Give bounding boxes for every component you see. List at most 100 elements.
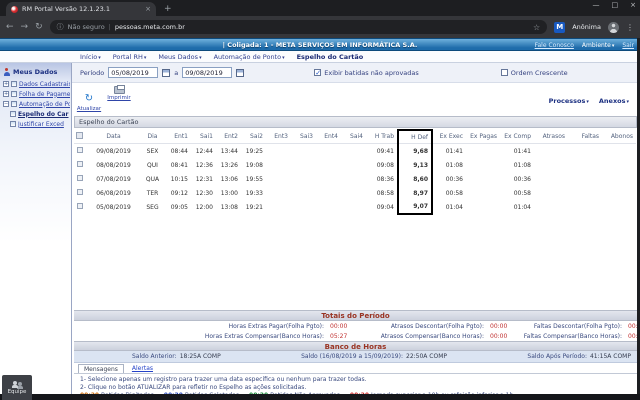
- date-from-input[interactable]: [108, 67, 159, 78]
- cell-ent1: 09:05: [170, 203, 188, 211]
- processos-menu[interactable]: Processos: [549, 97, 589, 105]
- site-info-icon[interactable]: [57, 22, 64, 32]
- browser-menu-icon[interactable]: [626, 23, 634, 32]
- extension-icon[interactable]: M: [554, 21, 566, 33]
- menu-inicio[interactable]: Início: [80, 53, 101, 61]
- cell-sai3: [291, 186, 316, 200]
- back-icon[interactable]: [6, 22, 14, 32]
- col-ent3[interactable]: Ent3: [266, 130, 291, 144]
- print-button[interactable]: Imprimir: [104, 85, 134, 101]
- col-expagas[interactable]: Ex Pagas: [466, 130, 500, 144]
- ascending-order-checkbox[interactable]: [500, 69, 508, 76]
- col-excomp[interactable]: Ex Comp: [500, 130, 534, 144]
- menu-espelho-cartao[interactable]: Espelho do Cartão: [297, 53, 364, 61]
- cell-faltas: [568, 172, 602, 186]
- screen: RM Portal Versão 12.1.23.1 Não seguro | …: [0, 0, 640, 400]
- cell-excomp: 01:41: [513, 147, 531, 155]
- sidebar-item-justificar[interactable]: Justificar Exced: [0, 119, 71, 129]
- contact-link[interactable]: Fale Conosco: [535, 42, 574, 49]
- col-sai3[interactable]: Sai3: [291, 130, 316, 144]
- cell-expagas: [466, 186, 500, 200]
- print-label: Imprimir: [107, 95, 131, 101]
- cell-dia: QUI: [147, 161, 158, 169]
- collapse-minus-icon[interactable]: −: [3, 101, 9, 107]
- cell-ent4: [316, 158, 341, 172]
- show-unapproved-label: Exibir batidas não aprovadas: [324, 68, 419, 77]
- refresh-button[interactable]: Atualizar: [74, 86, 104, 112]
- minimize-icon[interactable]: [593, 1, 600, 9]
- cell-atrasos: [534, 186, 568, 200]
- main-panel: Atualizar Imprimir Processos Anexos Espe…: [72, 83, 640, 400]
- anexos-menu[interactable]: Anexos: [599, 97, 629, 105]
- total-label: Faltas Compensar(Banco Horas):: [523, 332, 622, 340]
- col-hdef[interactable]: H Def: [397, 129, 433, 144]
- saldo-periodo-label: Saldo (16/08/2019 a 15/09/2019):: [301, 353, 403, 360]
- menu-portal-rh[interactable]: Portal RH: [113, 53, 147, 61]
- equipe-label: Equipe: [7, 388, 27, 395]
- sidebar-item-folha-pagamento[interactable]: + Folha de Pagamento: [0, 89, 71, 99]
- show-unapproved-checkbox[interactable]: [314, 69, 322, 77]
- total-label: Atrasos Descontar(Folha Pgto):: [390, 322, 484, 330]
- col-atrasos[interactable]: Atrasos: [534, 130, 568, 144]
- browser-tab[interactable]: RM Portal Versão 12.1.23.1: [6, 2, 156, 16]
- total-label: Atrasos Compensar(Banco Horas):: [380, 332, 484, 340]
- cell-ent4: [316, 172, 341, 186]
- tab-title: RM Portal Versão 12.1.23.1: [22, 5, 110, 13]
- new-tab-icon[interactable]: [164, 4, 172, 14]
- tab-mensagens[interactable]: Mensagens: [78, 364, 124, 373]
- col-ent2[interactable]: Ent2: [216, 130, 241, 144]
- row-checkbox[interactable]: [76, 175, 83, 181]
- sidebar-item-dados-cadastrais[interactable]: + Dados Cadastrais: [0, 79, 71, 89]
- cell-expagas: [466, 200, 500, 214]
- col-dia[interactable]: Dia: [142, 130, 166, 144]
- close-tab-icon[interactable]: [145, 5, 151, 13]
- col-exexec[interactable]: Ex Exec: [432, 130, 466, 144]
- forward-icon[interactable]: [21, 22, 29, 32]
- row-checkbox[interactable]: [76, 189, 83, 195]
- menu-automacao-ponto[interactable]: Automação de Ponto: [214, 53, 285, 61]
- col-sai4[interactable]: Sai4: [341, 130, 366, 144]
- col-data[interactable]: Data: [88, 130, 142, 144]
- col-ent4[interactable]: Ent4: [316, 130, 341, 144]
- col-htrab[interactable]: H Trab: [366, 130, 398, 144]
- tab-alertas[interactable]: Alertas: [132, 365, 153, 373]
- select-all-checkbox[interactable]: [76, 132, 83, 139]
- avatar-icon[interactable]: [608, 21, 619, 33]
- calendar-icon[interactable]: [236, 68, 245, 77]
- cell-ent2: 13:08: [220, 203, 238, 211]
- folder-icon: [11, 91, 17, 97]
- equipe-widget[interactable]: Equipe: [2, 375, 32, 400]
- col-ent1[interactable]: Ent1: [166, 130, 191, 144]
- col-abonos[interactable]: Abonos: [602, 130, 636, 144]
- date-to-input[interactable]: [182, 67, 233, 78]
- people-icon: [11, 380, 23, 388]
- sidebar-item-espelho-cartao[interactable]: Espelho do Car: [0, 109, 71, 119]
- expand-plus-icon[interactable]: +: [3, 81, 9, 87]
- row-checkbox[interactable]: [76, 161, 83, 167]
- cell-sai2: 19:08: [245, 161, 263, 169]
- close-window-icon[interactable]: [630, 1, 636, 9]
- url-field[interactable]: Não seguro | pessoas.meta.com.br: [49, 20, 548, 34]
- total-label: Horas Extras Pagar(Folha Pgto):: [228, 322, 324, 330]
- row-checkbox[interactable]: [76, 203, 83, 209]
- expand-plus-icon[interactable]: +: [3, 91, 9, 97]
- totals-row: Horas Extras Pagar(Folha Pgto): 00:00 Atr…: [74, 321, 640, 331]
- row-checkbox[interactable]: [76, 147, 83, 153]
- cell-excomp: 00:58: [513, 189, 531, 197]
- calendar-icon[interactable]: [162, 68, 171, 77]
- cell-ent1: 08:41: [170, 161, 188, 169]
- col-faltas[interactable]: Faltas: [568, 130, 602, 144]
- environment-menu[interactable]: Ambiente: [582, 42, 614, 49]
- col-sai2[interactable]: Sai2: [241, 130, 266, 144]
- cell-abonos: [602, 200, 636, 214]
- cell-htrab: 08:58: [376, 189, 394, 197]
- exit-link[interactable]: Sair: [622, 42, 634, 49]
- sidebar-item-automacao-ponto[interactable]: − Automação de Pont: [0, 99, 71, 109]
- bookmark-star-icon[interactable]: [533, 23, 540, 32]
- maximize-icon[interactable]: [612, 1, 619, 9]
- menu-meus-dados[interactable]: Meus Dados: [158, 53, 201, 61]
- section-title: Espelho do Cartão: [79, 118, 139, 126]
- col-sai1[interactable]: Sai1: [191, 130, 216, 144]
- toolbar: Atualizar Imprimir Processos Anexos: [74, 83, 637, 116]
- reload-icon[interactable]: [35, 22, 43, 32]
